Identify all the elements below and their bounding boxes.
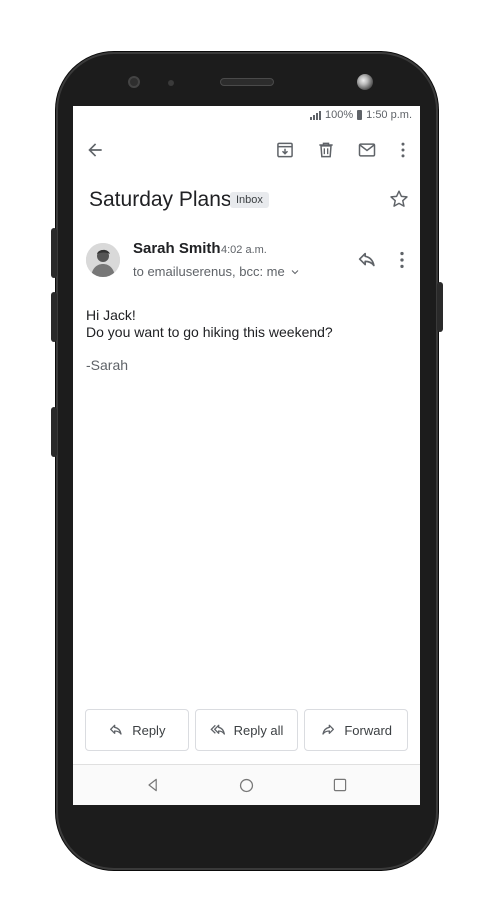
trash-icon[interactable] — [314, 138, 338, 162]
sender-name: Sarah Smith — [133, 240, 221, 257]
reply-all-button[interactable]: Reply all — [194, 709, 299, 751]
screen: 100% 1:50 p.m. Saturday Plans Inbox Sara… — [73, 106, 420, 805]
star-icon[interactable] — [388, 188, 412, 212]
power-button — [437, 282, 443, 332]
reply-all-label: Reply all — [233, 722, 284, 738]
forward-label: Forward — [344, 722, 393, 738]
nav-recents-icon[interactable] — [330, 775, 350, 795]
volume-down-button — [51, 292, 57, 342]
front-camera-lens — [357, 74, 373, 90]
sender-avatar[interactable] — [86, 243, 120, 277]
recipients-details[interactable]: to emailuserenus, bcc: me — [133, 264, 301, 279]
email-subject: Saturday Plans — [89, 188, 232, 211]
forward-icon — [322, 724, 335, 735]
status-time: 1:50 p.m. — [366, 109, 412, 121]
mail-icon[interactable] — [355, 138, 379, 162]
status-bar: 100% 1:50 p.m. — [310, 109, 412, 121]
reply-actions: Reply Reply all Forward — [85, 709, 409, 751]
email-signature: -Sarah — [86, 357, 129, 373]
archive-icon[interactable] — [273, 138, 297, 162]
chevron-down-icon — [291, 269, 299, 274]
signal-icon — [310, 110, 321, 120]
nav-back-icon[interactable] — [143, 775, 163, 795]
reply-all-icon — [209, 724, 225, 735]
email-body: Hi Jack! Do you want to go hiking this w… — [86, 307, 333, 341]
reply-button[interactable]: Reply — [85, 709, 189, 751]
body-line: Hi Jack! — [86, 307, 136, 323]
forward-button[interactable]: Forward — [304, 709, 409, 751]
message-more-vert-icon[interactable] — [391, 249, 415, 273]
proximity-sensor — [168, 80, 174, 86]
battery-icon — [357, 110, 363, 120]
system-nav-bar — [73, 764, 420, 805]
email-toolbar — [73, 136, 420, 166]
more-vert-icon[interactable] — [391, 138, 415, 162]
arrow-left-icon[interactable] — [83, 138, 107, 162]
front-camera — [128, 76, 140, 88]
reply-icon[interactable] — [356, 249, 380, 273]
nav-home-icon[interactable] — [236, 775, 256, 795]
reply-label: Reply — [132, 722, 166, 738]
reply-icon — [110, 724, 122, 735]
bixby-button — [51, 407, 57, 457]
battery-percent: 100% — [325, 109, 354, 121]
inbox-label-chip[interactable]: Inbox — [230, 192, 269, 208]
recipients-text: to emailuserenus, bcc: me — [133, 264, 285, 279]
email-time: 4:02 a.m. — [221, 244, 267, 256]
volume-up-button — [51, 228, 57, 278]
earpiece-speaker — [220, 78, 274, 86]
body-line: Do you want to go hiking this weekend? — [86, 324, 333, 340]
